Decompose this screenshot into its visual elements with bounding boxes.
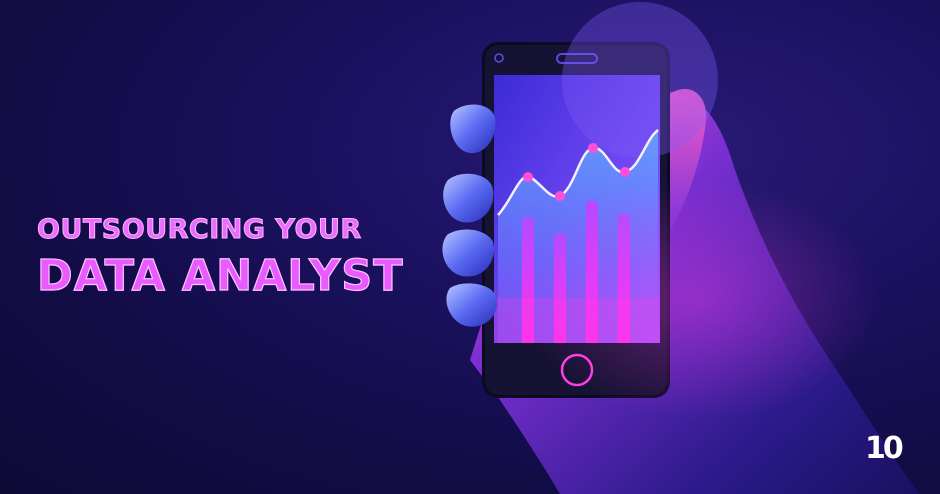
chart-point-1 xyxy=(523,172,533,182)
finger-4 xyxy=(446,283,497,327)
headline-line-1: OUTSOURCING YOUR xyxy=(37,214,362,246)
chart-point-2 xyxy=(555,191,565,201)
brand-logo: 10 xyxy=(865,431,904,466)
headline-line-2: DATA ANALYST xyxy=(36,250,404,301)
headline: OUTSOURCING YOUR DATA ANALYST xyxy=(36,214,404,302)
chart-point-4 xyxy=(620,167,630,177)
chart-point-3 xyxy=(588,143,598,153)
